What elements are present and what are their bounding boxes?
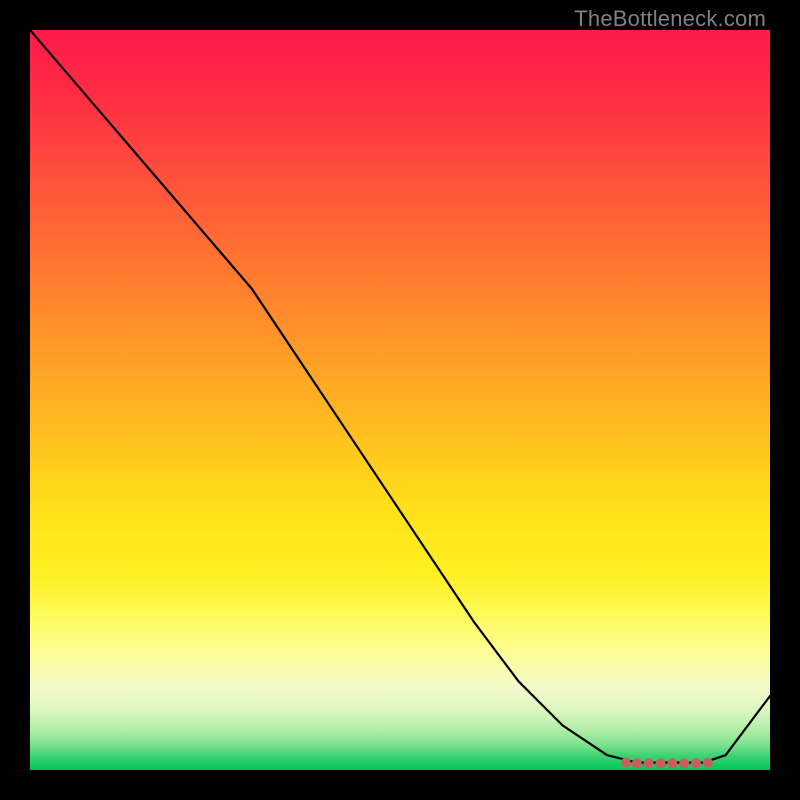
plot-area (30, 30, 770, 770)
marker-dot (656, 758, 666, 768)
chart-frame: TheBottleneck.com (0, 0, 800, 800)
optimal-zone-markers (30, 30, 770, 770)
marker-dot (644, 758, 654, 768)
marker-dot (632, 758, 642, 768)
marker-dot (703, 758, 713, 768)
marker-dot (621, 758, 631, 768)
marker-dot (679, 758, 689, 768)
watermark-text: TheBottleneck.com (574, 6, 766, 32)
marker-dot (667, 758, 677, 768)
marker-dot (691, 758, 701, 768)
